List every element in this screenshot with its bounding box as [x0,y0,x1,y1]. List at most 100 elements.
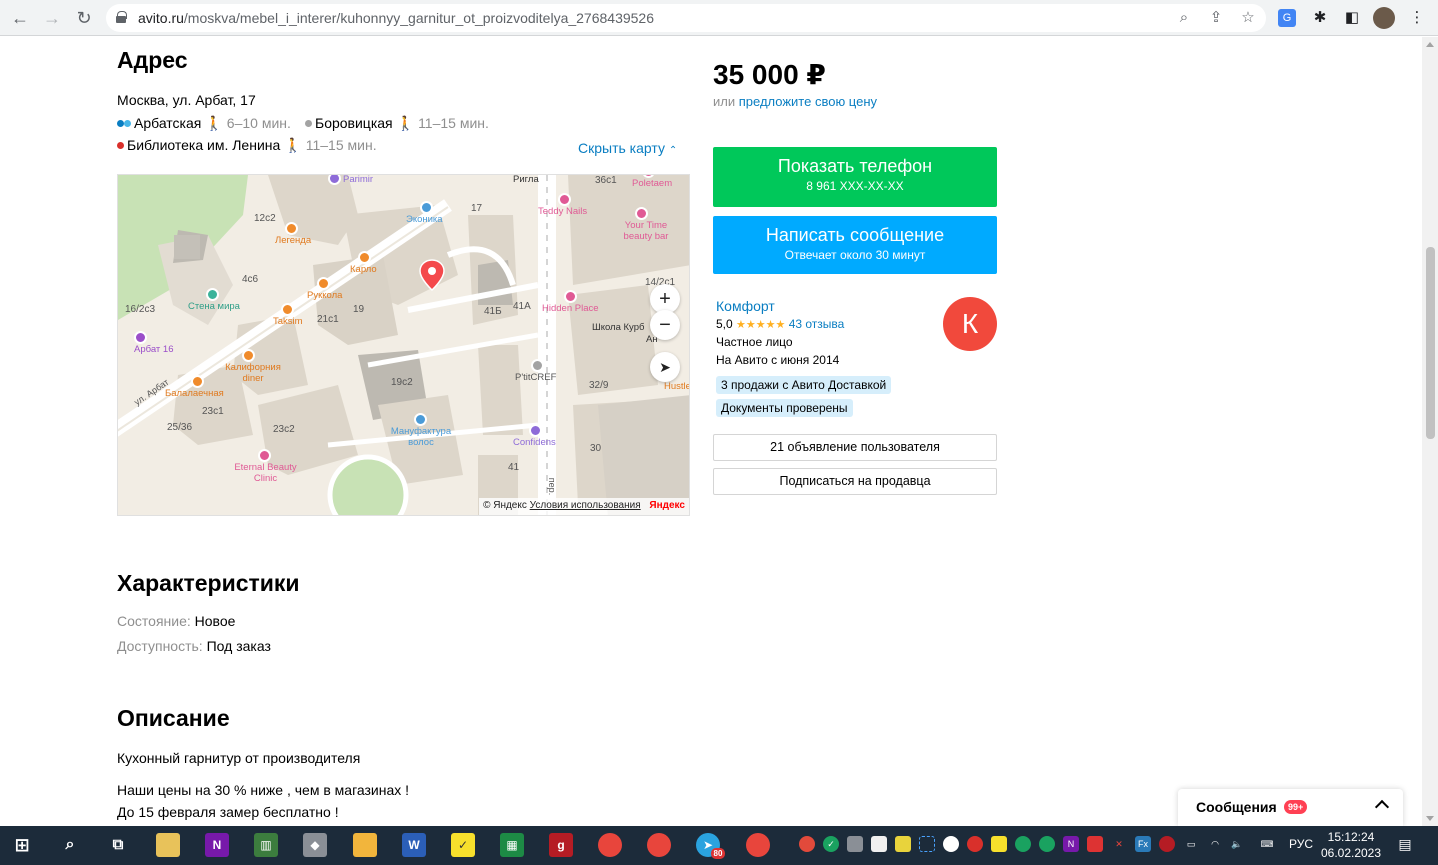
windows-start-icon[interactable]: ⊞ [10,833,34,857]
explorer-folder-icon[interactable] [353,833,377,857]
spreadsheet-icon[interactable]: ▦ [500,833,524,857]
map-poi[interactable]: Легенда [275,222,311,246]
building-number: 32/9 [589,380,609,391]
map-poi[interactable]: Hustle [664,381,689,392]
menu-kebab-icon[interactable]: ⋮ [1406,7,1428,29]
word-icon[interactable]: W [402,833,426,857]
tray-app-icon[interactable]: Fx [1135,836,1151,852]
app-icon[interactable]: ◆ [303,833,327,857]
zoom-out-button[interactable]: − [650,310,680,340]
map-poi[interactable]: Мануфактура волос [386,413,456,448]
user-ads-button[interactable]: 21 объявление пользователя [713,434,997,461]
tray-file-icon[interactable] [871,836,887,852]
tray-app-icon[interactable] [799,836,815,852]
reload-icon[interactable]: ↻ [72,6,96,30]
forward-arrow-icon[interactable]: → [40,6,64,30]
messages-widget[interactable]: Сообщения 99+ [1178,789,1403,826]
tray-app-icon[interactable] [1087,836,1103,852]
scroll-down-icon[interactable] [1426,816,1434,821]
tray-app-icon[interactable] [943,836,959,852]
map-poi[interactable]: P'titCREF [515,359,556,383]
show-phone-button[interactable]: Показать телефон 8 961 XXX-XX-XX [713,147,997,207]
seller-name-link[interactable]: Комфорт [716,298,775,314]
description-line: Кухонный гарнитур от производителя [117,750,361,766]
tray-app-icon[interactable] [1159,836,1175,852]
profile-avatar-icon[interactable] [1373,7,1395,29]
map-poi[interactable]: Школа Курб [592,322,644,333]
chrome-icon[interactable] [598,833,622,857]
metro-dot-icon [124,120,131,127]
map-poi[interactable]: Taksim [273,303,303,327]
taskbar-clock[interactable]: 15:12:24 06.02.2023 [1318,829,1384,861]
map[interactable]: 12с2 4с6 16/2с3 21с1 19 19с2 23с1 23с2 2… [117,174,690,516]
map-poi[interactable]: Руккола [307,277,342,301]
hide-map-link[interactable]: Скрыть карту ⌃ [578,140,677,156]
map-poi[interactable]: Ригла [513,175,539,185]
scroll-up-icon[interactable] [1426,42,1434,47]
map-poi[interactable]: Teddy Nails [538,193,587,217]
description-line: Наши цены на 30 % ниже , чем в магазинах… [117,782,410,798]
tray-app-icon[interactable] [1039,836,1055,852]
app-red-icon[interactable]: g [549,833,573,857]
tray-app-icon[interactable] [847,836,863,852]
map-poi[interactable]: Your Time beauty bar [618,207,674,242]
tray-onenote-icon[interactable]: N [1063,836,1079,852]
tray-app-icon[interactable] [895,836,911,852]
side-panel-icon[interactable]: ◧ [1341,7,1363,29]
zoom-lens-icon[interactable]: ⌕ [1174,8,1194,28]
subscribe-seller-button[interactable]: Подписаться на продавца [713,468,997,495]
sticky-notes-icon[interactable]: ✓ [451,833,475,857]
chrome-icon[interactable] [746,833,770,857]
building-number: 25/36 [167,422,193,433]
rating-stars-icon: ★★★★★ [736,319,786,331]
map-poi[interactable]: Балалаечная [165,375,224,399]
file-manager-icon[interactable] [156,833,180,857]
task-view-icon[interactable]: ⧉ [106,833,130,857]
wifi-icon[interactable]: ◠ [1207,836,1223,852]
keyboard-language[interactable]: РУС [1289,837,1313,851]
page-content: Адрес Москва, ул. Арбат, 17 Арбатская 🚶 6–… [0,37,1422,826]
map-poi[interactable]: Parimir [328,175,373,185]
tray-shield-icon[interactable]: ✓ [823,836,839,852]
app-chart-icon[interactable]: ▥ [254,833,278,857]
back-arrow-icon[interactable]: ← [8,6,32,30]
geolocation-arrow-icon[interactable]: ➤ [650,352,680,382]
notifications-icon[interactable]: ▤ [1397,836,1413,852]
url-text[interactable]: avito.ru/moskva/mebel_i_interer/kuhonnyy… [138,10,654,26]
tray-app-icon[interactable]: ✕ [1111,836,1127,852]
map-poi[interactable]: Hidden Place [542,290,599,314]
map-poi[interactable]: Карло [350,251,377,275]
page-scrollbar[interactable] [1422,37,1438,826]
map-poi[interactable]: Стена мира [188,288,240,312]
chrome-icon[interactable] [647,833,671,857]
map-poi[interactable]: Eternal Beauty Clinic [228,449,303,484]
reviews-link[interactable]: 43 отзыва [789,317,845,331]
chevron-up-icon[interactable] [1374,799,1390,815]
suggest-price-link[interactable]: предложите свою цену [739,94,877,109]
scrollbar-thumb[interactable] [1426,247,1435,439]
search-icon[interactable]: ⌕ [58,833,82,857]
map-terms-link[interactable]: Условия использования [530,500,641,511]
write-message-button[interactable]: Написать сообщение Отвечает около 30 мин… [713,216,997,274]
tray-notes-icon[interactable] [991,836,1007,852]
keyboard-icon[interactable]: ⌨ [1256,836,1278,852]
map-graphics [118,175,689,515]
onenote-icon[interactable]: N [205,833,229,857]
share-icon[interactable]: ⇪ [1206,8,1226,28]
map-poi[interactable]: Эконика [406,201,443,225]
seller-avatar[interactable]: К [943,297,997,351]
map-poi[interactable]: Confidens [513,424,556,448]
translate-extension-icon[interactable]: G [1278,9,1296,27]
tray-app-icon[interactable] [1015,836,1031,852]
address-bar[interactable]: avito.ru/moskva/mebel_i_interer/kuhonnyy… [106,4,1266,32]
map-poi[interactable]: Арбат 16 [134,331,173,355]
tray-app-icon[interactable] [967,836,983,852]
tray-snip-icon[interactable] [919,836,935,852]
bookmark-star-icon[interactable]: ☆ [1238,8,1258,28]
map-poi[interactable]: Poletaem [632,175,672,189]
map-poi[interactable]: Калифорния diner [218,349,288,384]
volume-icon[interactable]: 🔈 [1229,836,1245,852]
tray-network-icon[interactable]: ▭ [1183,836,1199,852]
location-marker-icon[interactable] [419,259,445,291]
extensions-puzzle-icon[interactable]: ✱ [1309,7,1331,29]
